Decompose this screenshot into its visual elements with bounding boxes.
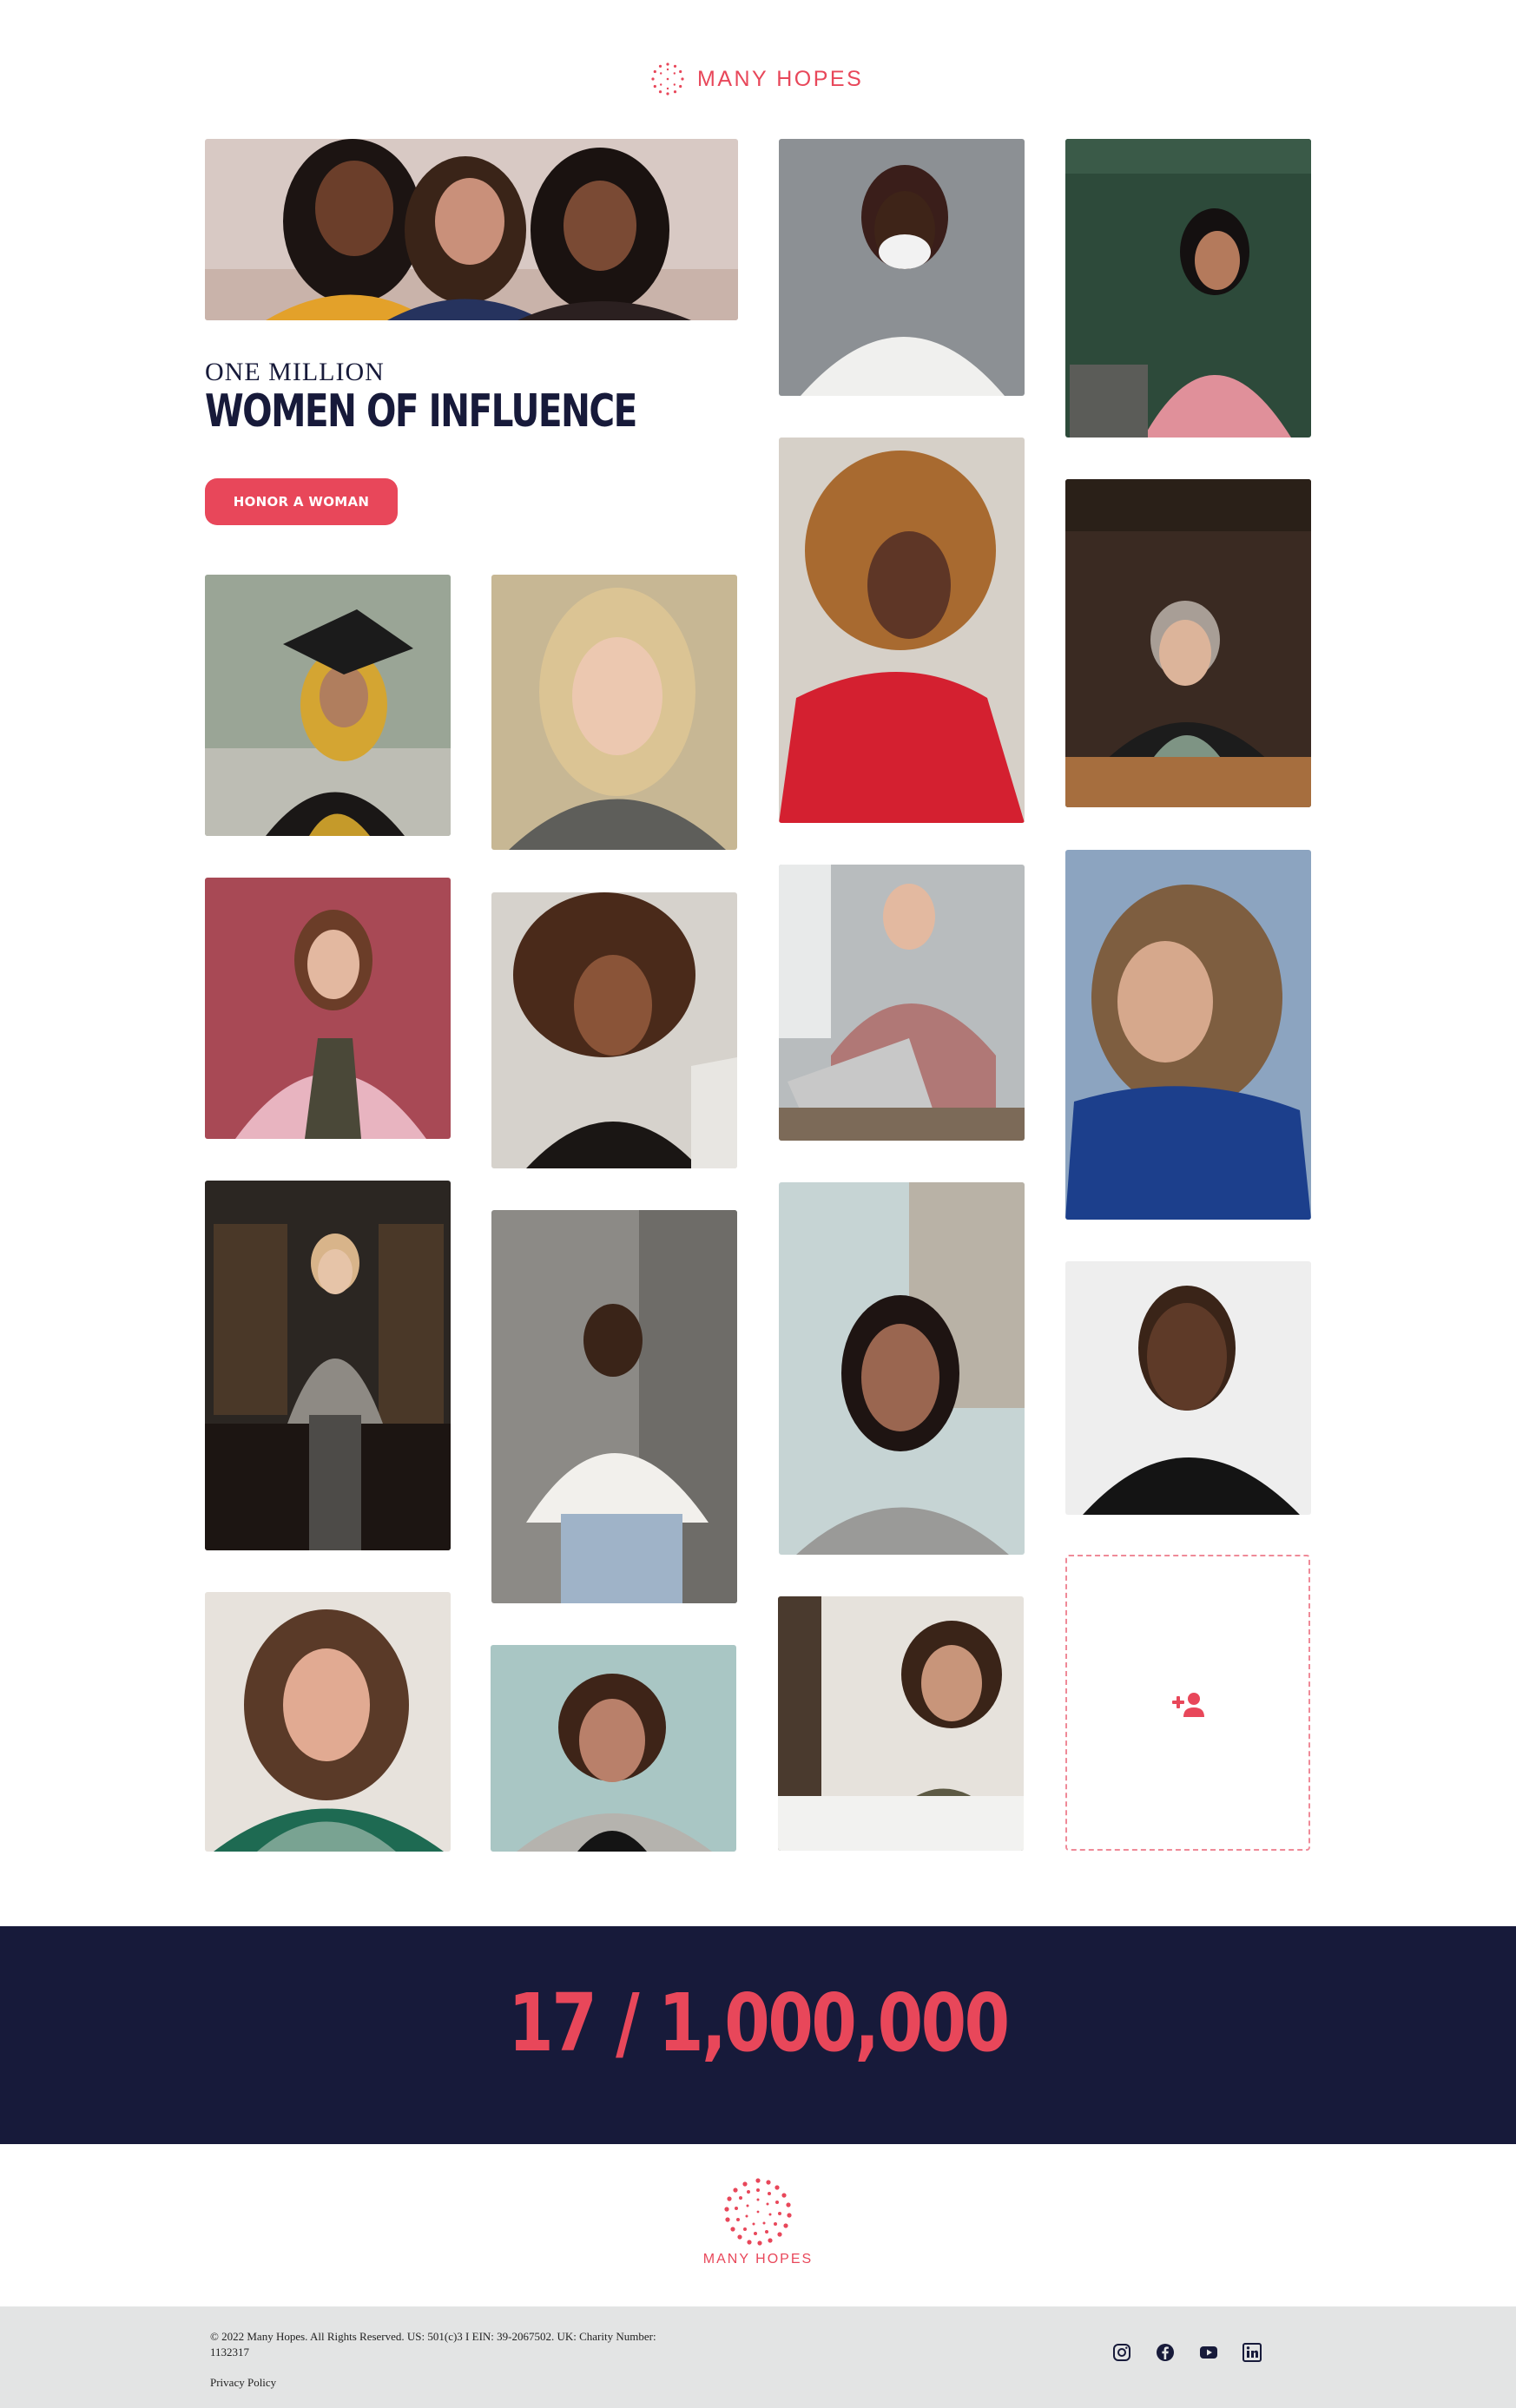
many-hopes-logo-icon (724, 2178, 792, 2246)
portrait-photo[interactable] (1065, 139, 1311, 438)
portrait-photo[interactable] (779, 438, 1025, 823)
instagram-icon[interactable] (1111, 2342, 1132, 2363)
footer-bar: © 2022 Many Hopes. All Rights Reserved. … (0, 2306, 1516, 2408)
portrait-photo[interactable] (205, 1592, 451, 1852)
portrait-photo[interactable] (205, 878, 451, 1139)
privacy-policy-link[interactable]: Privacy Policy (210, 2376, 276, 2390)
footer-brand-name: MANY HOPES (702, 2252, 814, 2267)
many-hopes-logo-icon (651, 63, 684, 95)
legal-text: © 2022 Many Hopes. All Rights Reserved. … (210, 2330, 656, 2359)
portrait-photo[interactable] (491, 1210, 737, 1603)
portrait-photo[interactable] (1065, 1261, 1311, 1515)
counter-band: 17 / 1,000,000 (0, 1926, 1516, 2144)
portrait-photo[interactable] (491, 1645, 736, 1852)
portrait-photo[interactable] (779, 139, 1025, 396)
hero-headline: WOMEN OF INFLUENCE (205, 385, 637, 438)
honor-a-woman-button[interactable]: HONOR A WOMAN (205, 478, 398, 525)
portrait-photo[interactable] (491, 575, 737, 850)
hero-kicker: ONE MILLION (205, 358, 385, 386)
brand-name: MANY HOPES (697, 66, 864, 91)
portrait-photo[interactable] (779, 1182, 1025, 1555)
add-woman-tile[interactable] (1065, 1555, 1310, 1851)
footer-logo[interactable]: MANY HOPES (702, 2177, 814, 2267)
portrait-photo[interactable] (491, 892, 737, 1168)
facebook-icon[interactable] (1155, 2342, 1176, 2363)
portrait-photo[interactable] (778, 1596, 1024, 1851)
youtube-icon[interactable] (1198, 2342, 1219, 2363)
person-add-icon (1172, 1693, 1204, 1717)
linkedin-icon[interactable] (1242, 2342, 1262, 2363)
header-logo[interactable]: MANY HOPES (650, 61, 863, 97)
hero-group-photo (205, 139, 738, 320)
portrait-photo[interactable] (1065, 850, 1311, 1220)
portrait-photo[interactable] (1065, 479, 1311, 807)
portrait-photo[interactable] (779, 865, 1025, 1141)
social-links (1111, 2342, 1262, 2363)
portrait-photo[interactable] (205, 575, 451, 836)
women-counter: 17 / 1,000,000 (508, 1977, 1010, 2069)
portrait-photo[interactable] (205, 1181, 451, 1550)
